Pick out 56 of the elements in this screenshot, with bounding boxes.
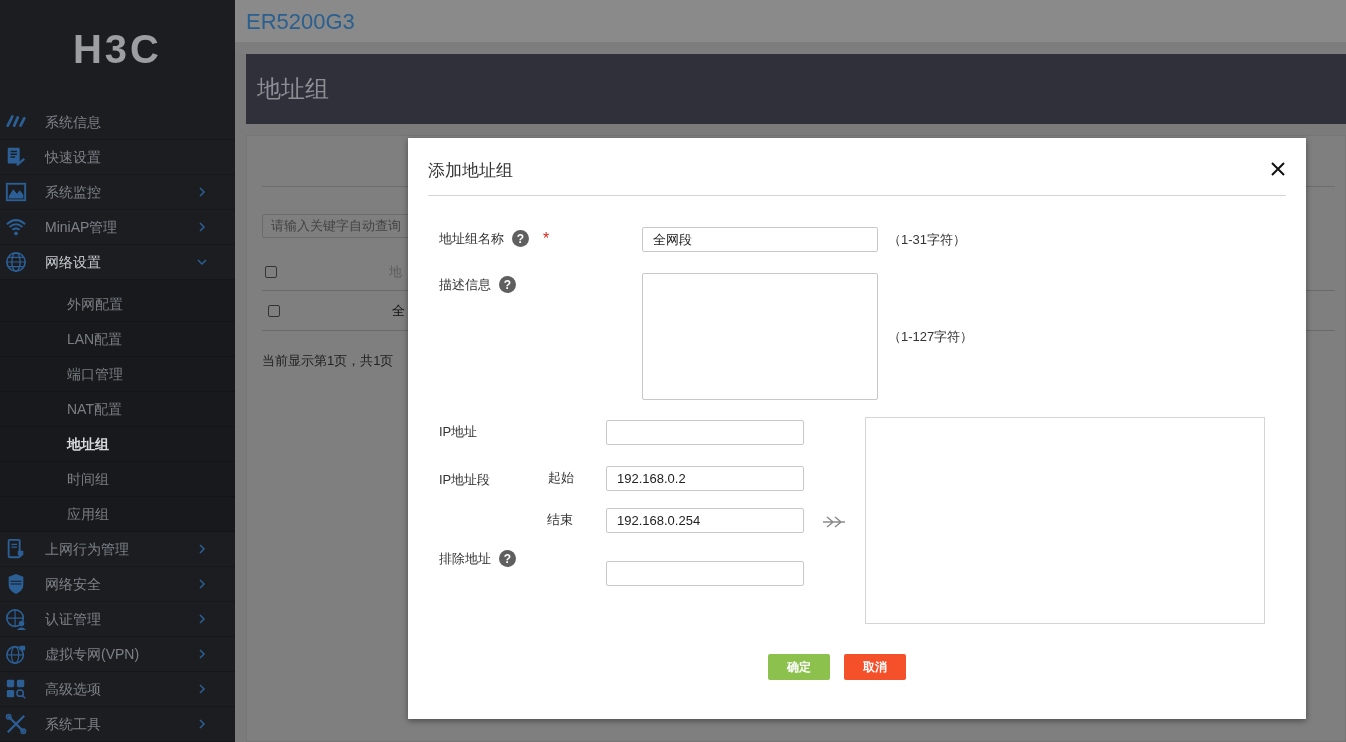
field-label: 描述信息	[439, 276, 491, 294]
sidebar-item[interactable]: 系统信息	[0, 105, 235, 140]
cancel-button[interactable]: 取消	[844, 654, 906, 680]
field-label: IP地址段	[439, 471, 491, 490]
description-field[interactable]	[642, 273, 878, 400]
sidebar-item[interactable]: 系统工具	[0, 707, 235, 742]
range-start-field[interactable]: 192.168.0.2	[606, 465, 804, 491]
sidebar-item[interactable]: 系统监控	[0, 175, 235, 210]
close-button[interactable]	[1270, 161, 1286, 177]
submenu-item[interactable]: 地址组	[0, 427, 235, 462]
grid-search-icon	[5, 678, 27, 700]
field-label: IP地址	[439, 423, 478, 442]
required-mark: *	[543, 230, 550, 247]
submenu-item[interactable]: LAN配置	[0, 322, 235, 357]
field-label: 排除地址	[439, 550, 491, 568]
page-title: 地址组	[257, 74, 329, 104]
ip-address-field[interactable]	[606, 419, 804, 445]
double-arrow-icon[interactable]	[821, 515, 848, 528]
sidebar-item[interactable]: 网络安全	[0, 567, 235, 602]
chart-window-icon	[5, 181, 27, 203]
range-label: 起始	[547, 469, 575, 488]
sidebar-item[interactable]: MiniAP管理	[0, 210, 235, 245]
sidebar-item[interactable]: 高级选项	[0, 672, 235, 707]
submenu-item[interactable]: 外网配置	[0, 287, 235, 322]
table-cell-text: 全	[392, 301, 405, 320]
submenu-item[interactable]: 时间组	[0, 462, 235, 497]
pagination-info: 当前显示第1页，共1页	[262, 352, 395, 370]
checkbox[interactable]	[268, 304, 280, 317]
sidebar-item[interactable]: 认证管理	[0, 602, 235, 637]
submenu-item[interactable]: 应用组	[0, 497, 235, 532]
tools-icon	[5, 713, 27, 735]
globe-user-icon	[5, 608, 27, 630]
length-hint: （1-31字符）	[888, 230, 967, 249]
help-icon[interactable]: ?	[499, 550, 516, 568]
field-label: 地址组名称	[439, 230, 504, 248]
submenu-item[interactable]: 端口管理	[0, 357, 235, 392]
device-model: ER5200G3	[246, 7, 355, 36]
globe-icon	[5, 251, 27, 273]
checkbox[interactable]	[265, 266, 277, 278]
globe-lock-icon	[5, 643, 27, 665]
help-icon[interactable]: ?	[512, 230, 529, 248]
close-icon	[1271, 162, 1285, 176]
sidebar-item[interactable]: 虚拟专网(VPN)	[0, 637, 235, 672]
range-label: 结束	[547, 511, 575, 530]
length-hint: （1-127字符）	[888, 327, 974, 346]
logo: H3C	[73, 25, 162, 73]
help-icon[interactable]: ?	[499, 276, 516, 294]
sidebar-item[interactable]: 上网行为管理	[0, 532, 235, 567]
sidebar-item[interactable]: 快速设置	[0, 140, 235, 175]
document-wrench-icon	[5, 146, 27, 168]
range-end-field[interactable]: 192.168.0.254	[606, 507, 804, 533]
wifi-icon	[5, 216, 27, 238]
submenu-item[interactable]: NAT配置	[0, 392, 235, 427]
dialog-title: 添加地址组	[428, 159, 513, 182]
exclude-field[interactable]	[606, 561, 804, 586]
name-field[interactable]: 全网段	[642, 227, 878, 252]
